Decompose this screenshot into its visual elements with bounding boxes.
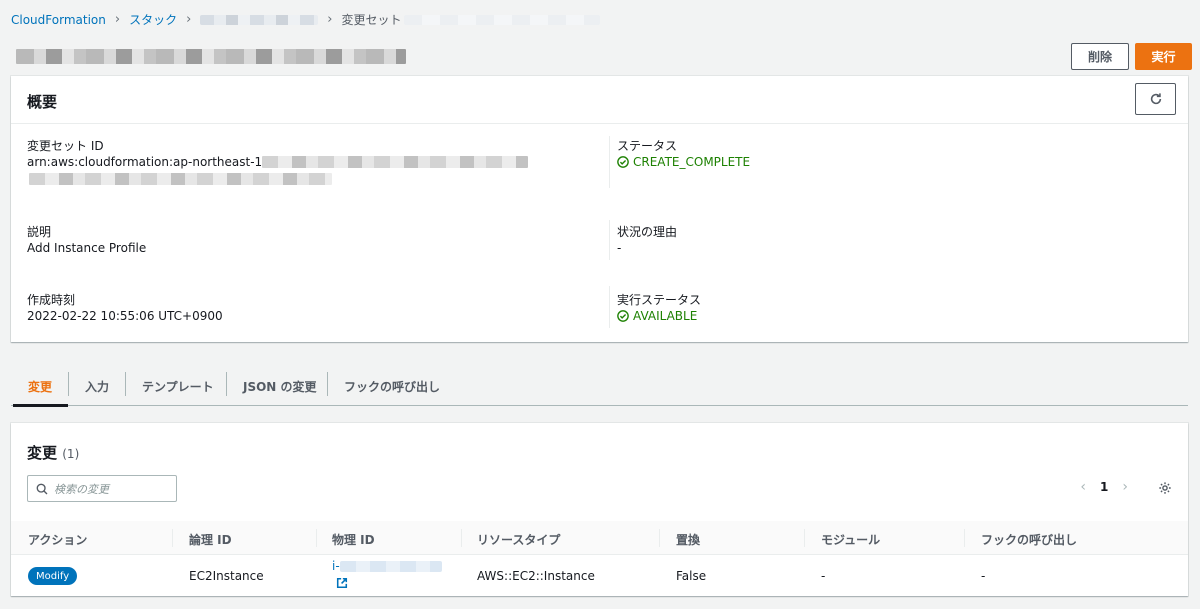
pagination: ‹ 1 ›	[1080, 479, 1128, 495]
column-divider[interactable]	[659, 529, 660, 547]
tab-template[interactable]: テンプレート	[142, 366, 214, 406]
changes-count: (1)	[62, 447, 80, 461]
breadcrumb-stacks[interactable]: スタック	[129, 11, 177, 28]
column-divider	[609, 220, 610, 260]
description-value: Add Instance Profile	[27, 241, 147, 255]
chevron-right-icon[interactable]: ›	[1122, 479, 1128, 495]
resource-type-cell: AWS::EC2::Instance	[477, 569, 595, 583]
breadcrumb: CloudFormation › スタック › › 変更セット	[11, 11, 600, 28]
replacement-cell: False	[676, 569, 707, 583]
column-divider	[609, 136, 610, 188]
changes-title-text: 変更	[27, 444, 58, 462]
current-page[interactable]: 1	[1100, 480, 1108, 494]
hook-invocations-cell: -	[981, 569, 986, 583]
description-label: 説明	[27, 225, 52, 239]
changeset-id-label: 変更セット ID	[27, 139, 104, 153]
changeset-id-prefix: arn:aws:cloudformation:ap-northeast-1	[27, 155, 263, 169]
success-check-icon	[617, 310, 629, 322]
column-divider[interactable]	[461, 529, 462, 547]
tab-separator	[226, 372, 227, 396]
tab-hook-invocations[interactable]: フックの呼び出し	[344, 366, 440, 406]
changes-title: 変更 (1)	[27, 442, 79, 463]
search-changes-input[interactable]: 検索の変更	[27, 475, 177, 502]
column-divider[interactable]	[172, 529, 173, 547]
page-title-redacted	[16, 49, 406, 64]
breadcrumb-stack-name-redacted[interactable]	[200, 14, 319, 25]
tab-bar: 変更 入力 テンプレート JSON の変更 フックの呼び出し	[11, 366, 1188, 407]
table-row: Modify EC2Instance i- AWS::EC2::Instance…	[11, 555, 1188, 596]
column-header-resource-type[interactable]: リソースタイプ	[477, 531, 560, 548]
column-header-hook-invocations[interactable]: フックの呼び出し	[981, 531, 1077, 548]
physical-id-link[interactable]: i-	[332, 559, 442, 573]
column-divider	[609, 286, 610, 328]
changeset-id-value: arn:aws:cloudformation:ap-northeast-1	[27, 155, 529, 169]
column-divider[interactable]	[964, 529, 965, 547]
breadcrumb-cloudformation[interactable]: CloudFormation	[11, 13, 106, 27]
table-header: アクション 論理 ID 物理 ID リソースタイプ 置換 モジュール フックの呼…	[11, 521, 1188, 555]
changeset-id-redacted-line2	[29, 173, 332, 185]
tab-json-changes[interactable]: JSON の変更	[243, 366, 317, 406]
physical-id-redacted	[339, 560, 442, 572]
delete-button[interactable]: 削除	[1071, 43, 1129, 70]
module-cell: -	[821, 569, 826, 583]
column-header-logical-id[interactable]: 論理 ID	[189, 531, 232, 548]
status-value: CREATE_COMPLETE	[617, 155, 750, 169]
tab-inputs[interactable]: 入力	[85, 366, 109, 406]
settings-gear-icon[interactable]	[1158, 481, 1172, 498]
status-reason-label: 状況の理由	[617, 225, 678, 239]
changes-panel: 変更 (1) 検索の変更 ‹ 1 › アクション 論理 ID 物理 ID リソー…	[11, 423, 1188, 596]
created-time-value: 2022-02-22 10:55:06 UTC+0900	[27, 309, 223, 323]
execution-status-label: 実行ステータス	[617, 293, 702, 307]
physical-id-prefix: i-	[332, 559, 340, 573]
column-divider[interactable]	[316, 529, 317, 547]
status-label: ステータス	[617, 139, 678, 153]
column-header-replacement[interactable]: 置換	[676, 531, 700, 548]
success-check-icon	[617, 156, 629, 168]
overview-title: 概要	[27, 93, 58, 111]
breadcrumb-changeset-name-redacted	[403, 14, 600, 25]
execution-status-value: AVAILABLE	[617, 309, 697, 323]
search-icon	[36, 483, 48, 494]
active-tab-indicator	[13, 404, 68, 407]
chevron-left-icon[interactable]: ‹	[1080, 479, 1086, 495]
execution-status-text: AVAILABLE	[633, 309, 698, 323]
chevron-right-icon: ›	[327, 12, 333, 27]
column-header-action[interactable]: アクション	[28, 531, 87, 548]
column-header-module[interactable]: モジュール	[821, 531, 880, 548]
tab-separator	[125, 372, 126, 396]
breadcrumb-current: 変更セット	[341, 13, 402, 27]
status-text: CREATE_COMPLETE	[633, 155, 751, 169]
tab-changes[interactable]: 変更	[28, 366, 52, 406]
overview-panel: 概要 変更セット ID arn:aws:cloudformation:ap-no…	[11, 76, 1188, 342]
column-divider[interactable]	[804, 529, 805, 547]
refresh-icon	[1150, 93, 1161, 105]
status-reason-value: -	[617, 241, 622, 255]
logical-id-cell: EC2Instance	[189, 569, 264, 583]
refresh-button[interactable]	[1135, 83, 1176, 115]
tab-separator	[68, 372, 69, 396]
tab-separator	[327, 372, 328, 396]
search-placeholder: 検索の変更	[54, 482, 109, 496]
overview-header: 概要	[11, 76, 1188, 124]
execute-button[interactable]: 実行	[1135, 43, 1192, 70]
chevron-right-icon: ›	[114, 12, 121, 27]
changeset-id-redacted	[262, 156, 529, 168]
action-badge: Modify	[28, 567, 78, 585]
created-time-label: 作成時刻	[27, 293, 76, 307]
column-header-physical-id[interactable]: 物理 ID	[332, 531, 375, 548]
chevron-right-icon: ›	[186, 12, 192, 27]
external-link-icon[interactable]	[336, 577, 348, 592]
